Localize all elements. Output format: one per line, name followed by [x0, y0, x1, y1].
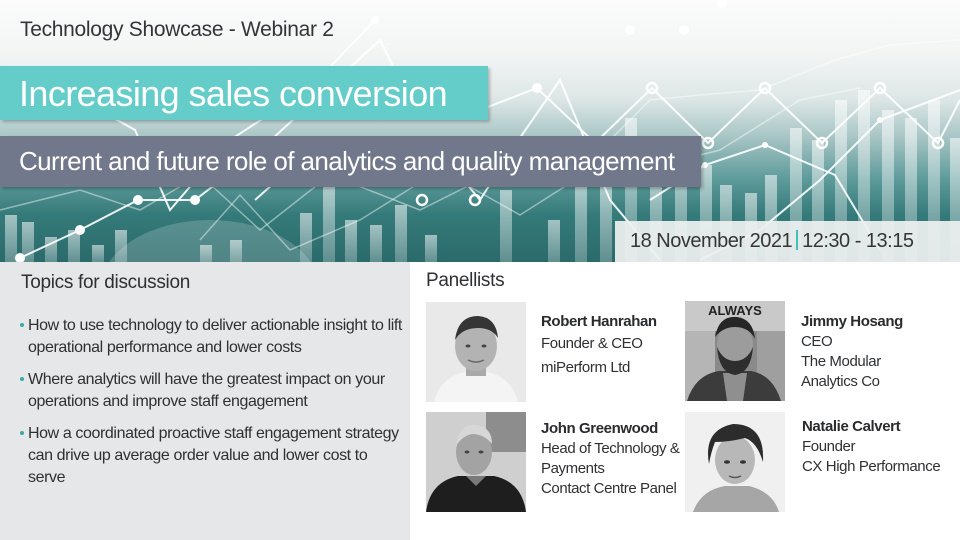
topic-item: How to use technology to deliver actiona…: [20, 315, 405, 359]
person-photo-icon: ALWAYS: [685, 301, 785, 401]
panellist-photo: [426, 302, 526, 402]
title-banner: Increasing sales conversion: [0, 66, 488, 120]
panellist-company: The Modular: [801, 353, 881, 370]
webinar-subtitle: Current and future role of analytics and…: [19, 146, 675, 176]
panellist-info: Jimmy Hosang CEO The Modular Analytics C…: [801, 312, 960, 392]
panellist-info: Natalie Calvert Founder CX High Performa…: [802, 417, 960, 477]
topic-item: How a coordinated proactive staff engage…: [20, 423, 405, 489]
event-series-label: Technology Showcase - Webinar 2: [20, 18, 334, 41]
panellist-company: Analytics Co: [801, 373, 880, 390]
panellist-name: Jimmy Hosang: [801, 313, 903, 330]
svg-text:ALWAYS: ALWAYS: [708, 303, 762, 318]
panellist-company: miPerform Ltd: [541, 359, 630, 376]
panellist-role: Founder & CEO: [541, 335, 643, 352]
bullet-icon: [20, 377, 24, 381]
topic-text: Where analytics will have the greatest i…: [28, 371, 385, 410]
panellist-company: Contact Centre Panel: [541, 480, 677, 497]
subtitle-banner: Current and future role of analytics and…: [0, 136, 701, 187]
hero-banner: Technology Showcase - Webinar 2 Increasi…: [0, 0, 960, 262]
panellist-role: Head of Technology &: [541, 440, 680, 457]
date-time-separator: [796, 230, 799, 250]
person-photo-icon: [685, 412, 785, 512]
bullet-icon: [20, 431, 24, 435]
webinar-title: Increasing sales conversion: [19, 73, 448, 114]
panellist-photo: [426, 412, 526, 512]
topic-text: How to use technology to deliver actiona…: [28, 317, 402, 356]
panellist-name: Robert Hanrahan: [541, 313, 657, 330]
person-photo-icon: [426, 412, 526, 512]
date-time-banner: 18 November 2021 12:30 - 13:15: [615, 221, 960, 262]
panellist-name: John Greenwood: [541, 420, 658, 437]
topics-heading: Topics for discussion: [21, 272, 190, 293]
panellist-info: John Greenwood Head of Technology & Paym…: [541, 419, 701, 499]
topic-item: Where analytics will have the greatest i…: [20, 369, 405, 413]
panellist-role: CEO: [801, 333, 833, 350]
event-time: 12:30 - 13:15: [802, 230, 914, 252]
panellist-photo: [685, 412, 785, 512]
topics-list: How to use technology to deliver actiona…: [20, 315, 405, 499]
panellist-name: Natalie Calvert: [802, 418, 901, 435]
bullet-icon: [20, 323, 24, 327]
topic-text: How a coordinated proactive staff engage…: [28, 425, 399, 486]
date-time-text: 18 November 2021 12:30 - 13:15: [630, 230, 914, 253]
panellist-info: Robert Hanrahan Founder & CEO miPerform …: [541, 312, 701, 380]
panellists-heading: Panellists: [426, 270, 505, 291]
panellist-company: CX High Performance: [802, 458, 941, 475]
panellist-role: Founder: [802, 438, 856, 455]
panellist-photo: ALWAYS: [685, 301, 785, 401]
topics-panel: Topics for discussion How to use technol…: [0, 262, 410, 540]
person-photo-icon: [426, 302, 526, 402]
panellist-role: Payments: [541, 460, 605, 477]
background-dome: [109, 220, 311, 262]
event-date: 18 November 2021: [630, 230, 793, 252]
